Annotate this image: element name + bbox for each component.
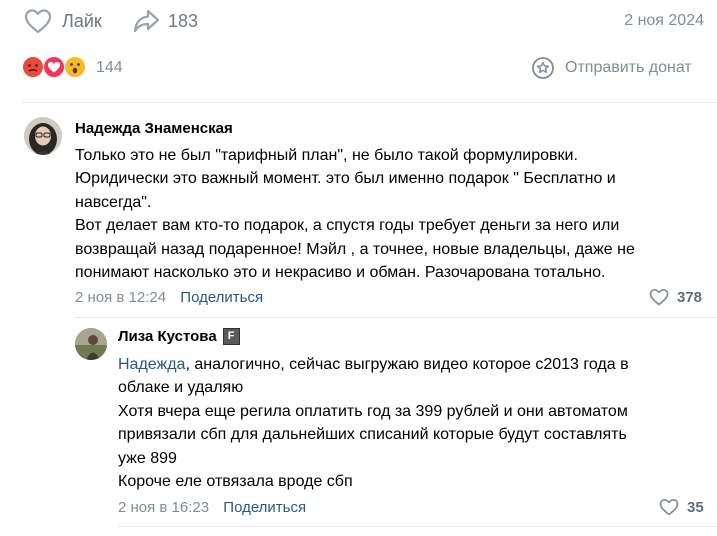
avatar[interactable] [75, 328, 107, 360]
section-divider [22, 102, 717, 103]
comment-line: Короче еле отвязала вроде сбп [118, 473, 353, 491]
comment-meta: 2 ноя в 12:24 Поделиться [75, 289, 263, 306]
comment-line: Юридически это важный момент. это был им… [75, 170, 616, 188]
comment-line: Вот делает вам кто-то подарок, а спустя … [75, 217, 620, 235]
comment-author[interactable]: Лиза Кустова [118, 328, 217, 345]
comment-divider [118, 526, 717, 527]
angry-emoji-icon [22, 56, 44, 78]
comment-meta: 2 ноя в 16:23 Поделиться [118, 499, 306, 516]
comment-line: Надежда, аналогично, сейчас выгружаю вид… [118, 353, 715, 376]
donate-button[interactable]: Отправить донат [531, 55, 692, 81]
like-label: Лайк [62, 10, 102, 31]
comment-divider [75, 317, 717, 318]
reply-mention-link[interactable]: Надежда [118, 356, 185, 373]
comment-line: понимают насколько это и некрасиво и обм… [75, 264, 606, 282]
comment-time[interactable]: 2 ноя в 12:24 [75, 289, 166, 306]
post-date: 2 ноя 2024 [624, 12, 704, 29]
badge-letter: F [227, 330, 235, 342]
reply-author-row: Лиза Кустова F [118, 328, 240, 345]
comment-like-button[interactable]: 35 [659, 497, 704, 517]
comment-author[interactable]: Надежда Знаменская [75, 120, 233, 137]
donate-label: Отправить донат [565, 59, 692, 76]
like-button[interactable]: Лайк [24, 8, 102, 34]
share-arrow-icon [133, 9, 160, 33]
comment-line: облаке и удаляю [118, 379, 244, 397]
share-count: 183 [168, 10, 199, 31]
comment-like-count: 378 [677, 288, 703, 306]
comment-text: Надежда, аналогично, сейчас выгружаю вид… [118, 353, 715, 493]
comment-line: Хотя вчера еще регила оплатить год за 39… [118, 402, 628, 420]
reactions-summary[interactable]: 144 [22, 56, 132, 80]
star-badge-icon [532, 57, 554, 79]
avatar[interactable] [24, 117, 62, 155]
reactions-count: 144 [96, 59, 123, 76]
comment-like-button[interactable]: 378 [649, 287, 702, 307]
comment-share-link[interactable]: Поделиться [180, 289, 263, 306]
comment-line: Только это не был "тарифный план", не бы… [75, 147, 578, 164]
comment-line: навсегда". [75, 193, 152, 211]
share-button[interactable]: 183 [132, 8, 198, 34]
heart-icon [659, 498, 679, 516]
comment-like-count: 35 [687, 498, 704, 516]
comment-line-rest: , аналогично, сейчас выгружаю видео кото… [185, 356, 629, 373]
comment-text: Только это не был "тарифный план", не бы… [75, 144, 715, 284]
surprised-emoji-icon [64, 56, 86, 78]
heart-icon [649, 288, 669, 306]
comment-line: возвращай назад подаренное! Мэйл , а точ… [75, 240, 635, 258]
comment-line: привязали сбп для дальнейших списаний ко… [118, 426, 627, 444]
flag-badge-icon: F [222, 328, 240, 345]
heart-icon [24, 9, 52, 34]
comment-line: уже 899 [118, 449, 177, 467]
heart-emoji-icon [43, 56, 65, 78]
comment-share-link[interactable]: Поделиться [223, 499, 306, 516]
comment-time[interactable]: 2 ноя в 16:23 [118, 499, 209, 516]
